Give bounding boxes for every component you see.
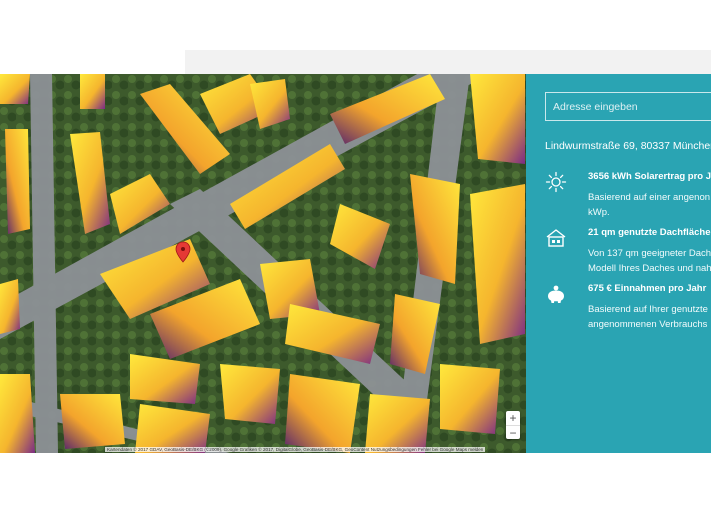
address-search: [545, 92, 711, 121]
sun-icon: [545, 171, 567, 193]
result-description: Basierend auf einer angenon kWp.: [588, 190, 710, 220]
solar-info-panel: Lindwurmstraße 69, 80337 München 3656 kW…: [526, 74, 711, 453]
house-icon: [546, 229, 566, 247]
description-line: Modell Ihres Daches und nah: [588, 263, 711, 274]
solar-map-page: Kartendaten © 2017 GDAV, GeoBasis-DE/BKG…: [0, 0, 711, 512]
result-title: 3656 kWh Solarertrag pro J: [588, 171, 711, 182]
result-description: Von 137 qm geeigneter Dach Modell Ihres …: [588, 246, 711, 276]
map-view[interactable]: Kartendaten © 2017 GDAV, GeoBasis-DE/BKG…: [0, 74, 526, 453]
satellite-solar-map[interactable]: [0, 74, 526, 453]
description-line: Von 137 qm geeigneter Dach: [588, 248, 711, 259]
description-line: Basierend auf einer angenon: [588, 192, 711, 203]
description-line: angenommenen Verbrauchs: [588, 319, 708, 330]
description-line: Basierend auf Ihrer genutzte: [588, 304, 708, 315]
piggy-bank-icon: [548, 285, 564, 303]
result-title: 21 qm genutzte Dachfläche: [588, 227, 711, 238]
result-title: 675 € Einnahmen pro Jahr: [588, 283, 707, 294]
zoom-control: + −: [506, 411, 520, 440]
zoom-in-button[interactable]: +: [506, 411, 520, 425]
result-description: Basierend auf Ihrer genutzte angenommene…: [588, 302, 708, 332]
address-label: Lindwurmstraße 69, 80337 München: [545, 140, 711, 152]
map-attribution: Kartendaten © 2017 GDAV, GeoBasis-DE/BKG…: [105, 447, 486, 452]
top-bar: [185, 50, 711, 74]
address-input[interactable]: [546, 93, 711, 120]
zoom-out-button[interactable]: −: [506, 425, 520, 440]
description-line: kWp.: [588, 207, 610, 218]
